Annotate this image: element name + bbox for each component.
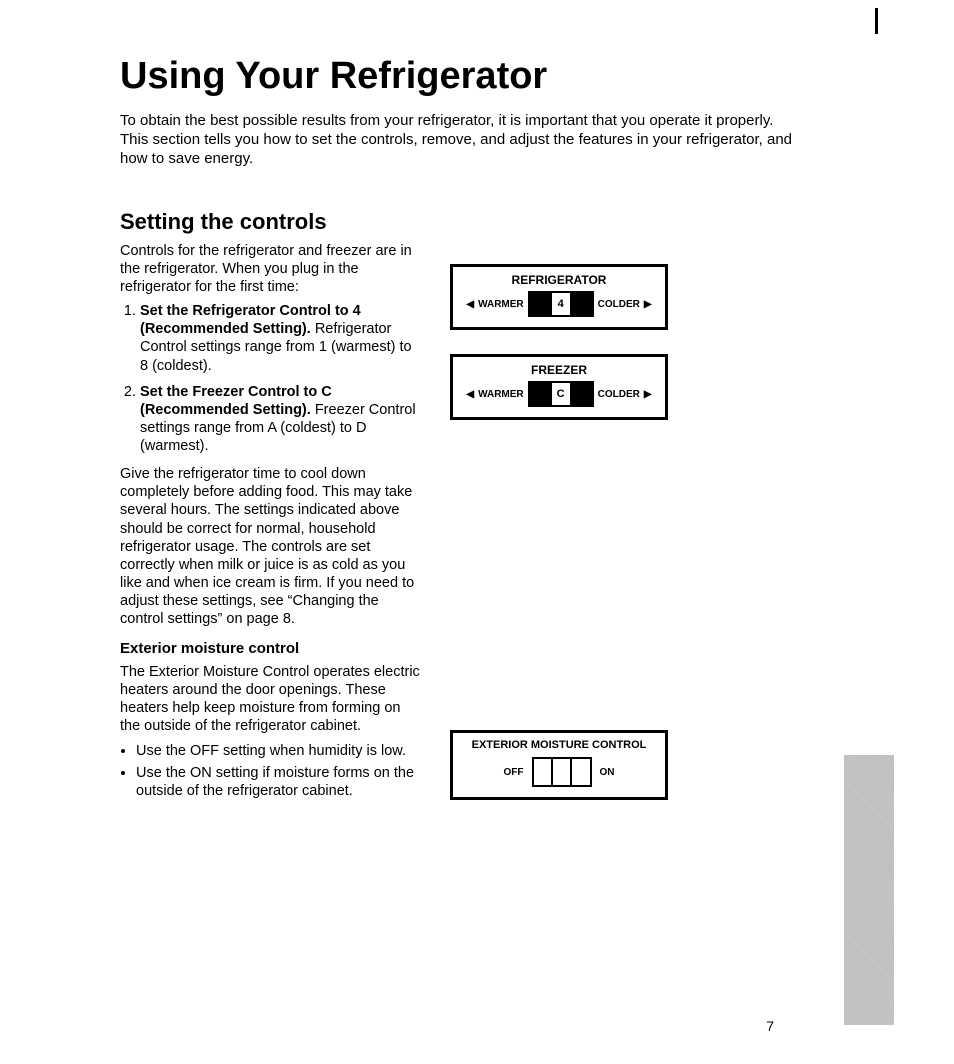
colder-label: COLDER xyxy=(598,389,640,400)
freezer-dial: C xyxy=(528,381,594,407)
warmer-label: WARMER xyxy=(478,389,524,400)
freezer-control-row: ◀ WARMER C COLDER ▶ xyxy=(459,381,659,407)
step-2-bold: Set the Freezer Control to C (Recommende… xyxy=(140,384,332,418)
dial-right-block xyxy=(570,383,592,405)
moisture-control-panel: EXTERIOR MOISTURE CONTROL OFF ON xyxy=(450,730,668,800)
right-arrow-icon: ▶ xyxy=(644,389,652,400)
warmer-label: WARMER xyxy=(478,299,524,310)
right-arrow-icon: ▶ xyxy=(644,299,652,310)
refrigerator-dial-value: 4 xyxy=(552,293,570,315)
bullet-1: Use the OFF setting when humidity is low… xyxy=(136,742,420,760)
on-label: ON xyxy=(600,767,615,778)
moisture-panel-title: EXTERIOR MOISTURE CONTROL xyxy=(459,739,659,751)
bullet-2: Use the ON setting if moisture forms on … xyxy=(136,764,420,800)
scan-artifact xyxy=(844,755,894,1025)
step-1: Set the Refrigerator Control to 4 (Recom… xyxy=(140,302,420,375)
document-page: Using Your Refrigerator To obtain the be… xyxy=(0,0,954,804)
off-label: OFF xyxy=(504,767,524,778)
colder-label: COLDER xyxy=(598,299,640,310)
section-lede: Controls for the refrigerator and freeze… xyxy=(120,242,420,296)
switch-segment xyxy=(534,759,553,785)
switch-segment xyxy=(572,759,589,785)
refrigerator-control-row: ◀ WARMER 4 COLDER ▶ xyxy=(459,291,659,317)
page-title: Using Your Refrigerator xyxy=(120,55,834,98)
after-steps-paragraph: Give the refrigerator time to cool down … xyxy=(120,465,420,628)
moisture-control-row: OFF ON xyxy=(459,757,659,787)
subsection-heading: Exterior moisture control xyxy=(120,640,420,659)
refrigerator-dial: 4 xyxy=(528,291,594,317)
refrigerator-control-panel: REFRIGERATOR ◀ WARMER 4 COLDER ▶ xyxy=(450,264,668,330)
switch-segment xyxy=(553,759,572,785)
dial-left-block xyxy=(530,293,552,315)
page-number: 7 xyxy=(766,1018,774,1034)
two-column-layout: Setting the controls Controls for the re… xyxy=(120,208,834,804)
refrigerator-panel-title: REFRIGERATOR xyxy=(459,273,659,287)
freezer-control-panel: FREEZER ◀ WARMER C COLDER ▶ xyxy=(450,354,668,420)
moisture-switch xyxy=(532,757,592,787)
freezer-panel-title: FREEZER xyxy=(459,363,659,377)
left-column: Setting the controls Controls for the re… xyxy=(120,208,420,804)
subsection-body: The Exterior Moisture Control operates e… xyxy=(120,663,420,736)
steps-list: Set the Refrigerator Control to 4 (Recom… xyxy=(120,302,420,455)
left-arrow-icon: ◀ xyxy=(466,389,474,400)
freezer-dial-value: C xyxy=(552,383,570,405)
dial-left-block xyxy=(530,383,552,405)
left-arrow-icon: ◀ xyxy=(466,299,474,310)
step-2: Set the Freezer Control to C (Recommende… xyxy=(140,383,420,456)
section-heading: Setting the controls xyxy=(120,208,420,236)
intro-paragraph: To obtain the best possible results from… xyxy=(120,112,800,168)
right-column: REFRIGERATOR ◀ WARMER 4 COLDER ▶ FREEZER xyxy=(450,208,834,804)
bullet-list: Use the OFF setting when humidity is low… xyxy=(120,742,420,800)
dial-right-block xyxy=(570,293,592,315)
